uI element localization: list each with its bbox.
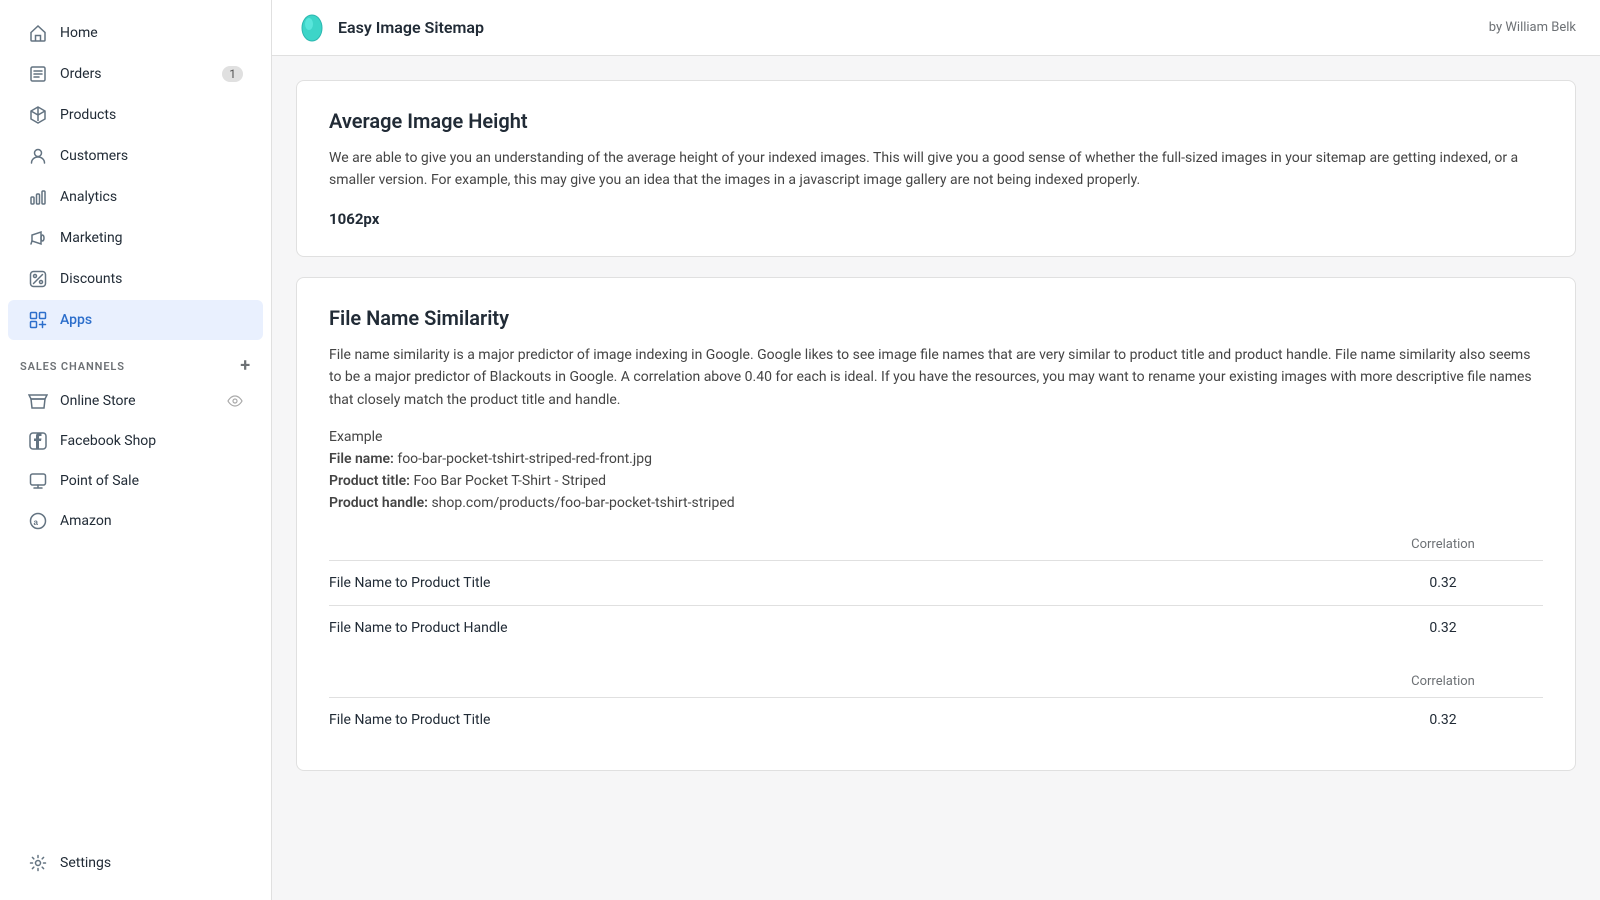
topbar: Easy Image Sitemap by William Belk: [272, 0, 1600, 56]
table-row-2: File Name to Product Handle 0.32: [329, 605, 1543, 650]
eye-icon[interactable]: [227, 393, 243, 409]
file-name-example: File name: foo-bar-pocket-tshirt-striped…: [329, 451, 1543, 467]
correlation-table-1: Correlation File Name to Product Title 0…: [329, 529, 1543, 650]
product-handle-label: Product handle:: [329, 495, 428, 511]
average-image-height-description: We are able to give you an understanding…: [329, 147, 1543, 192]
sidebar-item-marketing[interactable]: Marketing: [8, 218, 263, 258]
file-name-value: foo-bar-pocket-tshirt-striped-red-front.…: [397, 451, 652, 467]
row1-label: File Name to Product Title: [329, 575, 1343, 591]
example-label-text: Example: [329, 429, 1543, 445]
store-icon: [28, 391, 48, 411]
correlation-table-2: Correlation File Name to Product Title 0…: [329, 666, 1543, 742]
product-title-label: Product title:: [329, 473, 410, 489]
app-logo-icon: [296, 12, 328, 44]
average-image-height-value: 1062px: [329, 210, 1543, 228]
file-name-similarity-title: File Name Similarity: [329, 306, 1543, 330]
file-name-label: File name:: [329, 451, 394, 467]
amazon-label: Amazon: [60, 513, 112, 529]
row1-value: 0.32: [1343, 575, 1543, 591]
table2-row1-label: File Name to Product Title: [329, 712, 1343, 728]
table-header-2: Correlation: [329, 666, 1543, 697]
sales-channels-header: SALES CHANNELS +: [0, 341, 271, 381]
sidebar-item-discounts[interactable]: Discounts: [8, 259, 263, 299]
content-area: Average Image Height We are able to give…: [272, 56, 1600, 900]
products-icon: [28, 105, 48, 125]
row2-value: 0.32: [1343, 620, 1543, 636]
product-title-example: Product title: Foo Bar Pocket T-Shirt - …: [329, 473, 1543, 489]
table2-row1-value: 0.32: [1343, 712, 1543, 728]
orders-badge: 1: [222, 66, 243, 82]
app-title: Easy Image Sitemap: [338, 18, 484, 37]
sidebar-item-orders[interactable]: Orders 1: [8, 54, 263, 94]
settings-icon: [28, 853, 48, 873]
main-area: Easy Image Sitemap by William Belk Avera…: [272, 0, 1600, 900]
home-icon: [28, 23, 48, 43]
sales-channels-label: SALES CHANNELS: [20, 360, 125, 373]
topbar-author: by William Belk: [1489, 20, 1576, 35]
sidebar-item-apps-label: Apps: [60, 312, 92, 328]
amazon-icon: a: [28, 511, 48, 531]
sidebar-item-marketing-label: Marketing: [60, 230, 123, 246]
sidebar-item-amazon[interactable]: a Amazon: [8, 502, 263, 540]
product-handle-example: Product handle: shop.com/products/foo-ba…: [329, 495, 1543, 511]
sidebar-item-online-store[interactable]: Online Store: [8, 382, 263, 420]
sidebar-item-products-label: Products: [60, 107, 116, 123]
example-block: Example File name: foo-bar-pocket-tshirt…: [329, 429, 1543, 511]
product-title-value: Foo Bar Pocket T-Shirt - Striped: [413, 473, 606, 489]
pos-icon: [28, 471, 48, 491]
sidebar-item-orders-label: Orders: [60, 66, 102, 82]
add-sales-channel-icon[interactable]: +: [240, 357, 251, 375]
sidebar-item-analytics-label: Analytics: [60, 189, 117, 205]
sidebar-item-settings[interactable]: Settings: [8, 843, 263, 883]
apps-icon: [28, 310, 48, 330]
sidebar-item-apps[interactable]: Apps: [8, 300, 263, 340]
app-logo: Easy Image Sitemap: [296, 12, 484, 44]
file-name-similarity-card: File Name Similarity File name similarit…: [296, 277, 1576, 771]
customers-icon: [28, 146, 48, 166]
marketing-icon: [28, 228, 48, 248]
online-store-label: Online Store: [60, 393, 136, 409]
table-header-1: Correlation: [329, 529, 1543, 560]
average-image-height-title: Average Image Height: [329, 109, 1543, 133]
point-of-sale-label: Point of Sale: [60, 473, 139, 489]
sidebar-item-discounts-label: Discounts: [60, 271, 122, 287]
facebook-icon: [28, 431, 48, 451]
sidebar-item-home-label: Home: [60, 25, 98, 41]
sidebar-item-customers-label: Customers: [60, 148, 128, 164]
row2-label: File Name to Product Handle: [329, 620, 1343, 636]
average-image-height-card: Average Image Height We are able to give…: [296, 80, 1576, 257]
table2-row-1: File Name to Product Title 0.32: [329, 697, 1543, 742]
table-col-correlation-header: Correlation: [1343, 537, 1543, 552]
facebook-shop-label: Facebook Shop: [60, 433, 156, 449]
sidebar-item-products[interactable]: Products: [8, 95, 263, 135]
sidebar-item-facebook-shop[interactable]: Facebook Shop: [8, 422, 263, 460]
orders-icon: [28, 64, 48, 84]
sidebar-item-analytics[interactable]: Analytics: [8, 177, 263, 217]
analytics-icon: [28, 187, 48, 207]
table-row-1: File Name to Product Title 0.32: [329, 560, 1543, 605]
table2-col-correlation-header: Correlation: [1343, 674, 1543, 689]
sidebar-item-customers[interactable]: Customers: [8, 136, 263, 176]
discounts-icon: [28, 269, 48, 289]
sidebar-item-point-of-sale[interactable]: Point of Sale: [8, 462, 263, 500]
sidebar-item-home[interactable]: Home: [8, 13, 263, 53]
file-name-similarity-description: File name similarity is a major predicto…: [329, 344, 1543, 411]
settings-label: Settings: [60, 855, 111, 871]
product-handle-value: shop.com/products/foo-bar-pocket-tshirt-…: [431, 495, 734, 511]
svg-text:a: a: [34, 518, 39, 527]
sidebar: Home Orders 1 Products: [0, 0, 272, 900]
